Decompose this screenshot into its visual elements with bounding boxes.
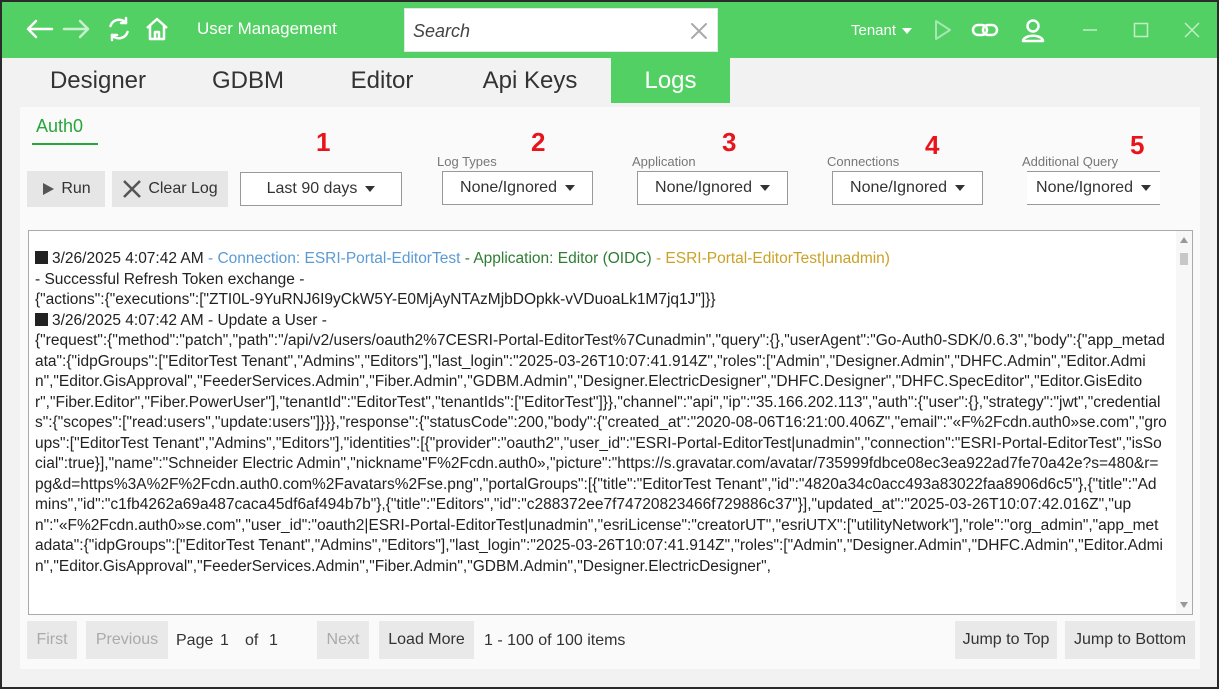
search-input[interactable] <box>413 17 683 45</box>
load-more-button[interactable]: Load More <box>379 621 474 659</box>
back-button[interactable] <box>24 14 54 44</box>
chevron-down-icon <box>365 186 376 192</box>
subtab-auth0[interactable]: Auth0 <box>36 116 83 137</box>
close-window-button[interactable] <box>1178 16 1206 44</box>
maximize-icon <box>1133 22 1149 38</box>
maximize-button[interactable] <box>1127 16 1155 44</box>
link-icon <box>971 23 999 37</box>
log-entry-2-json: {"request":{"method":"patch","path":"/ap… <box>35 332 1167 575</box>
tenant-dropdown[interactable]: Tenant <box>851 22 913 39</box>
chevron-down-icon <box>902 27 913 34</box>
home-button[interactable] <box>142 14 172 44</box>
chevron-down-icon <box>1140 185 1151 191</box>
scroll-up-icon[interactable] <box>1180 237 1188 243</box>
refresh-button[interactable] <box>104 14 134 44</box>
application-label: Application <box>632 154 696 169</box>
annotation-3: 3 <box>722 127 737 157</box>
date-range-dropdown[interactable]: Last 90 days <box>240 172 402 206</box>
main-tabs: Designer GDBM Editor Api Keys Logs <box>2 58 1217 103</box>
refresh-icon <box>109 16 129 42</box>
annotation-1: 1 <box>316 127 331 157</box>
minimize-button[interactable] <box>1076 16 1104 44</box>
log-entry-1-connection: - Connection: ESRI-Portal-EditorTest <box>203 250 461 267</box>
application-value: None/Ignored <box>655 179 752 196</box>
subtab-underline <box>32 143 98 145</box>
annotation-5: 5 <box>1130 130 1145 160</box>
close-icon <box>1184 22 1200 38</box>
additional-query-label: Additional Query <box>1022 154 1119 169</box>
tenant-label: Tenant <box>851 22 897 39</box>
connections-label: Connections <box>827 154 900 169</box>
additional-query-value: None/Ignored <box>1036 179 1133 196</box>
of-word: of <box>245 632 259 649</box>
log-entry-1-user: - ESRI-Portal-EditorTest|unadmin) <box>651 250 890 267</box>
play-icon <box>935 20 951 40</box>
home-icon <box>146 17 168 41</box>
search-box <box>404 8 718 52</box>
link-button[interactable] <box>971 16 999 44</box>
chevron-down-icon <box>759 185 770 191</box>
page-word: Page <box>176 632 214 649</box>
search-clear-button[interactable] <box>687 19 711 43</box>
bullet-square-icon <box>35 251 48 264</box>
previous-page-button[interactable]: Previous <box>86 621 168 659</box>
next-page-button[interactable]: Next <box>317 621 369 659</box>
application-dropdown[interactable]: None/Ignored <box>637 171 788 205</box>
forward-button[interactable] <box>62 14 92 44</box>
app-window: User Management Tenant <box>0 0 1219 689</box>
log-types-dropdown[interactable]: None/Ignored <box>442 171 593 205</box>
app-title: User Management <box>197 19 337 38</box>
connections-dropdown[interactable]: None/Ignored <box>832 171 983 205</box>
date-range-value: Last 90 days <box>266 180 358 197</box>
jump-to-top-button[interactable]: Jump to Top <box>955 621 1057 659</box>
close-icon <box>691 23 707 39</box>
close-icon <box>123 180 142 198</box>
log-entry-2-time: 3/26/2025 4:07:42 AM <box>52 311 204 329</box>
chevron-down-icon <box>954 185 965 191</box>
chevron-down-icon <box>564 185 575 191</box>
tab-editor[interactable]: Editor <box>324 58 440 103</box>
scroll-thumb[interactable] <box>1180 253 1188 265</box>
log-output[interactable]: 3/26/2025 4:07:42 AM - Connection: ESRI-… <box>28 230 1193 615</box>
logs-panel: Auth0 Run Clear Log 1 2 3 4 5 Last 90 da… <box>20 107 1200 669</box>
log-entry-1-application: - Application: Editor (OIDC) <box>460 250 652 267</box>
user-button[interactable] <box>1019 16 1047 44</box>
items-summary: 1 - 100 of 100 items <box>484 632 626 649</box>
log-scrollbar[interactable] <box>1176 231 1192 614</box>
first-page-button[interactable]: First <box>27 621 77 659</box>
run-label: Run <box>61 180 91 197</box>
log-entry-1-time: 3/26/2025 4:07:42 AM <box>52 250 204 267</box>
clear-log-label: Clear Log <box>148 180 218 197</box>
jump-to-bottom-button[interactable]: Jump to Bottom <box>1065 621 1195 659</box>
log-text: 3/26/2025 4:07:42 AM - Connection: ESRI-… <box>35 249 1167 577</box>
run-button[interactable]: Run <box>27 171 105 207</box>
additional-query-dropdown[interactable]: None/Ignored <box>1027 171 1160 205</box>
total-pages: 1 <box>269 632 278 649</box>
scroll-down-icon[interactable] <box>1180 602 1188 608</box>
tab-designer[interactable]: Designer <box>24 58 172 103</box>
play-icon <box>43 183 55 195</box>
arrow-right-icon <box>62 19 90 39</box>
log-entry-1-json: {"actions":{"executions":["ZTI0L-9YuRNJ6… <box>35 291 716 308</box>
page-number[interactable]: 1 <box>220 632 229 650</box>
log-types-value: None/Ignored <box>460 179 557 196</box>
connections-value: None/Ignored <box>850 179 947 196</box>
log-entry-1-description: - Successful Refresh Token exchange - <box>35 270 305 288</box>
title-bar: User Management Tenant <box>2 2 1217 58</box>
tab-gdbm[interactable]: GDBM <box>192 58 304 103</box>
tab-api-keys[interactable]: Api Keys <box>460 58 600 103</box>
tab-logs[interactable]: Logs <box>611 58 730 103</box>
user-icon <box>1021 19 1045 43</box>
clear-log-button[interactable]: Clear Log <box>112 171 228 207</box>
play-button[interactable] <box>929 16 957 44</box>
annotation-4: 4 <box>925 130 940 160</box>
arrow-left-icon <box>26 19 54 39</box>
log-entry-1: 3/26/2025 4:07:42 AM - Connection: ESRI-… <box>35 250 890 308</box>
minimize-icon <box>1083 29 1097 31</box>
bullet-square-icon <box>35 312 48 326</box>
log-entry-2-description: - Update a User - <box>203 311 327 329</box>
log-types-label: Log Types <box>437 154 497 169</box>
annotation-2: 2 <box>531 127 546 157</box>
log-entry-2: 3/26/2025 4:07:42 AM - Update a User - {… <box>35 312 1167 575</box>
